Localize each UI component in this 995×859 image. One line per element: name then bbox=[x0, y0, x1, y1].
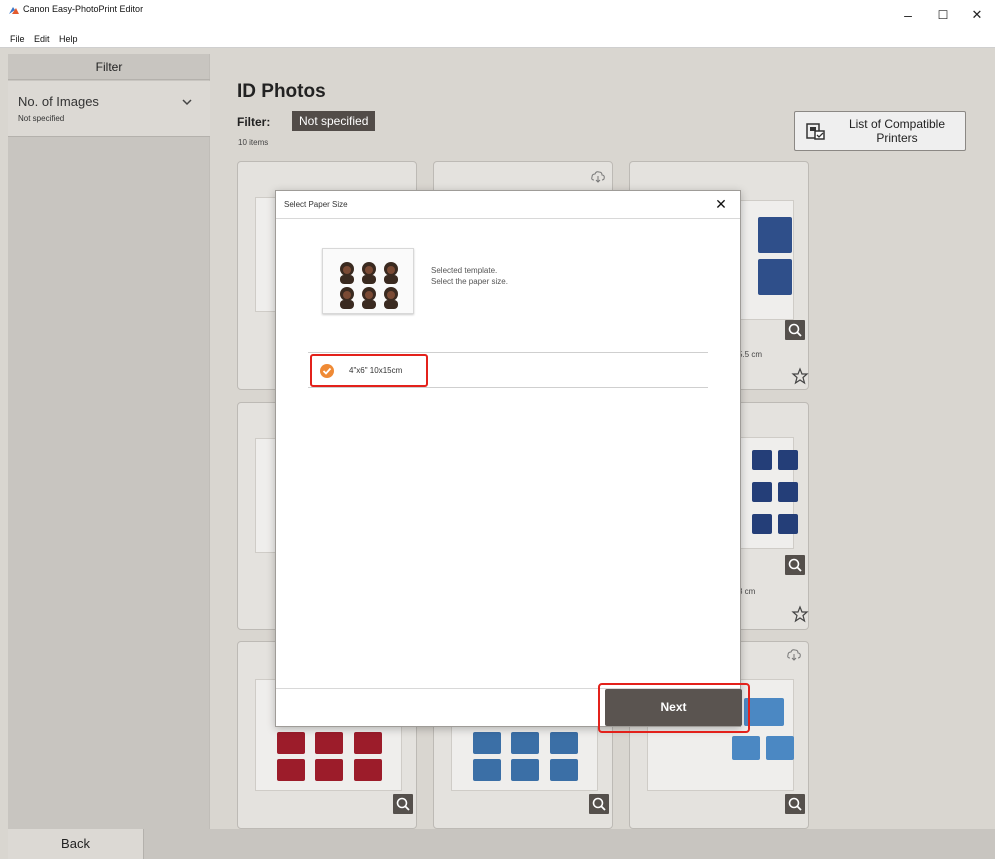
dialog-close-button[interactable]: ✕ bbox=[712, 195, 730, 213]
portrait-photo bbox=[315, 732, 343, 754]
printer-list-icon bbox=[806, 123, 825, 140]
checkmark-icon bbox=[322, 367, 332, 375]
search-icon bbox=[396, 797, 410, 811]
star-icon[interactable] bbox=[791, 367, 809, 385]
paper-size-label: 4"x6" 10x15cm bbox=[349, 366, 403, 375]
back-button[interactable]: Back bbox=[8, 829, 144, 859]
search-icon bbox=[592, 797, 606, 811]
portrait-photo bbox=[758, 259, 792, 295]
menu-edit[interactable]: Edit bbox=[34, 34, 50, 44]
app-logo-icon bbox=[9, 7, 19, 14]
filter-value: Not specified bbox=[18, 114, 65, 123]
portrait-photo bbox=[778, 514, 798, 534]
portrait-photo bbox=[354, 732, 382, 754]
page-title: ID Photos bbox=[237, 81, 326, 102]
portrait-photo bbox=[511, 732, 539, 754]
portrait-photo bbox=[778, 450, 798, 470]
search-icon bbox=[788, 797, 802, 811]
portrait-photo bbox=[511, 759, 539, 781]
filter-sidebar: Filter No. of Images Not specified bbox=[8, 54, 210, 829]
menu-file[interactable]: File bbox=[10, 34, 25, 44]
cloud-download-icon bbox=[591, 171, 605, 183]
close-window-button[interactable]: ✕ bbox=[962, 2, 992, 28]
zoom-button[interactable] bbox=[589, 794, 609, 814]
search-icon bbox=[788, 558, 802, 572]
bottom-bar: Back bbox=[8, 829, 995, 859]
portrait-photo bbox=[732, 736, 760, 760]
portrait-photo bbox=[758, 217, 792, 253]
portrait-photo bbox=[277, 759, 305, 781]
portrait-photo bbox=[778, 482, 798, 502]
portrait-photo bbox=[744, 698, 784, 726]
chevron-down-icon[interactable] bbox=[180, 95, 194, 109]
option-divider bbox=[308, 352, 708, 353]
portrait-photo bbox=[550, 759, 578, 781]
window-title: Canon Easy-PhotoPrint Editor bbox=[23, 4, 144, 14]
star-icon[interactable] bbox=[791, 605, 809, 623]
zoom-button[interactable] bbox=[785, 794, 805, 814]
portrait-photo bbox=[315, 759, 343, 781]
zoom-button[interactable] bbox=[393, 794, 413, 814]
search-icon bbox=[788, 323, 802, 337]
option-divider bbox=[308, 387, 708, 388]
select-paper-size-text: Select the paper size. bbox=[431, 277, 508, 286]
minimize-button[interactable]: – bbox=[893, 2, 923, 28]
portrait-photo bbox=[277, 732, 305, 754]
menu-help[interactable]: Help bbox=[59, 34, 78, 44]
filter-row-label: Filter: bbox=[237, 115, 271, 129]
zoom-button[interactable] bbox=[785, 555, 805, 575]
portrait-photo bbox=[473, 732, 501, 754]
portrait-photo bbox=[752, 482, 772, 502]
dialog-title: Select Paper Size bbox=[284, 200, 348, 209]
paper-size-option[interactable]: 4"x6" 10x15cm bbox=[310, 354, 428, 387]
selected-template-text: Selected template. bbox=[431, 266, 498, 275]
select-paper-size-dialog: Select Paper Size ✕ Selected template. S… bbox=[275, 190, 741, 727]
cloud-download-icon bbox=[787, 649, 801, 661]
paper-size-text: 5.5 cm bbox=[738, 350, 763, 359]
no-of-images-filter[interactable]: No. of Images Not specified bbox=[8, 81, 210, 137]
portrait-photo bbox=[752, 514, 772, 534]
title-bar: Canon Easy-PhotoPrint Editor – ☐ ✕ bbox=[0, 0, 995, 30]
portrait-photo bbox=[473, 759, 501, 781]
filter-label: No. of Images bbox=[18, 94, 99, 109]
portrait-photo bbox=[550, 732, 578, 754]
id-photo-template-image bbox=[340, 262, 398, 309]
portrait-photo bbox=[752, 450, 772, 470]
filter-chip[interactable]: Not specified bbox=[292, 111, 376, 131]
dialog-divider bbox=[276, 218, 740, 219]
item-count: 10 items bbox=[238, 138, 269, 147]
portrait-photo bbox=[766, 736, 794, 760]
compatible-printers-label: List of Compatible Printers bbox=[848, 117, 946, 145]
compatible-printers-button[interactable]: List of Compatible Printers bbox=[794, 111, 966, 151]
portrait-photo bbox=[354, 759, 382, 781]
selected-template-thumbnail bbox=[322, 248, 414, 314]
radio-checked-icon[interactable] bbox=[320, 364, 334, 378]
zoom-button[interactable] bbox=[785, 320, 805, 340]
menu-bar: File Edit Help bbox=[0, 30, 995, 48]
next-button[interactable]: Next bbox=[605, 689, 742, 726]
maximize-button[interactable]: ☐ bbox=[928, 2, 958, 28]
sidebar-header: Filter bbox=[8, 54, 210, 80]
